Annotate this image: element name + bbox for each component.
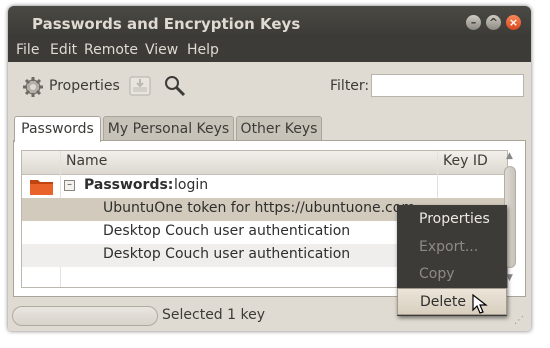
status-text: Selected 1 key (162, 307, 266, 323)
keyring-label: Passwords: (84, 177, 174, 193)
item-name: Desktop Couch user authentication (103, 223, 351, 239)
folder-icon (30, 180, 53, 195)
resize-grip-icon[interactable]: ⋰ (514, 315, 524, 326)
menu-edit[interactable]: Edit (50, 42, 77, 58)
import-icon (129, 76, 151, 96)
progress-bar (12, 306, 158, 326)
filter-label: Filter: (330, 78, 370, 94)
tab-other-keys[interactable]: Other Keys (236, 116, 322, 141)
keyring-name: login (174, 177, 209, 193)
title-bar[interactable]: Passwords and Encryption Keys – ^ × (8, 6, 531, 38)
keyring-row[interactable]: – Passwords: login (22, 175, 507, 198)
context-menu: Properties Export... Copy Delete (397, 205, 507, 316)
context-export[interactable]: Export... (397, 234, 507, 261)
import-button[interactable] (128, 74, 152, 100)
item-name: Desktop Couch user authentication (103, 246, 351, 262)
icon-column-header (22, 151, 61, 174)
context-copy[interactable]: Copy (397, 261, 507, 288)
window-title: Passwords and Encryption Keys (32, 15, 301, 33)
menu-bar: File Edit Remote View Help (8, 38, 531, 62)
mouse-pointer-icon (472, 294, 488, 314)
filter-input[interactable] (371, 74, 524, 97)
keyid-column-header[interactable]: Key ID (443, 153, 488, 169)
scroll-down-arrow-icon[interactable]: ▼ (506, 273, 513, 283)
menu-file[interactable]: File (16, 42, 39, 58)
tab-my-personal-keys[interactable]: My Personal Keys (103, 116, 234, 141)
context-properties[interactable]: Properties (397, 206, 507, 233)
menu-help[interactable]: Help (187, 42, 219, 58)
menu-remote[interactable]: Remote (84, 42, 138, 58)
name-column-header[interactable]: Name (66, 153, 107, 169)
properties-button[interactable]: Properties (22, 74, 120, 100)
item-name: UbuntuOne token for https://ubuntuone.co… (103, 200, 415, 216)
scroll-up-arrow-icon[interactable]: ▲ (506, 151, 513, 161)
minimize-button[interactable]: – (466, 15, 481, 30)
close-button[interactable]: × (506, 15, 521, 30)
column-header: Name Key ID (22, 151, 507, 175)
tab-passwords[interactable]: Passwords (14, 116, 101, 142)
search-button[interactable] (163, 74, 187, 100)
maximize-button[interactable]: ^ (486, 15, 501, 30)
search-icon (165, 76, 186, 97)
gear-icon (23, 77, 43, 97)
menu-view[interactable]: View (145, 42, 178, 58)
context-delete[interactable]: Delete (397, 288, 507, 315)
properties-label: Properties (49, 78, 120, 94)
collapse-expander[interactable]: – (64, 180, 75, 191)
